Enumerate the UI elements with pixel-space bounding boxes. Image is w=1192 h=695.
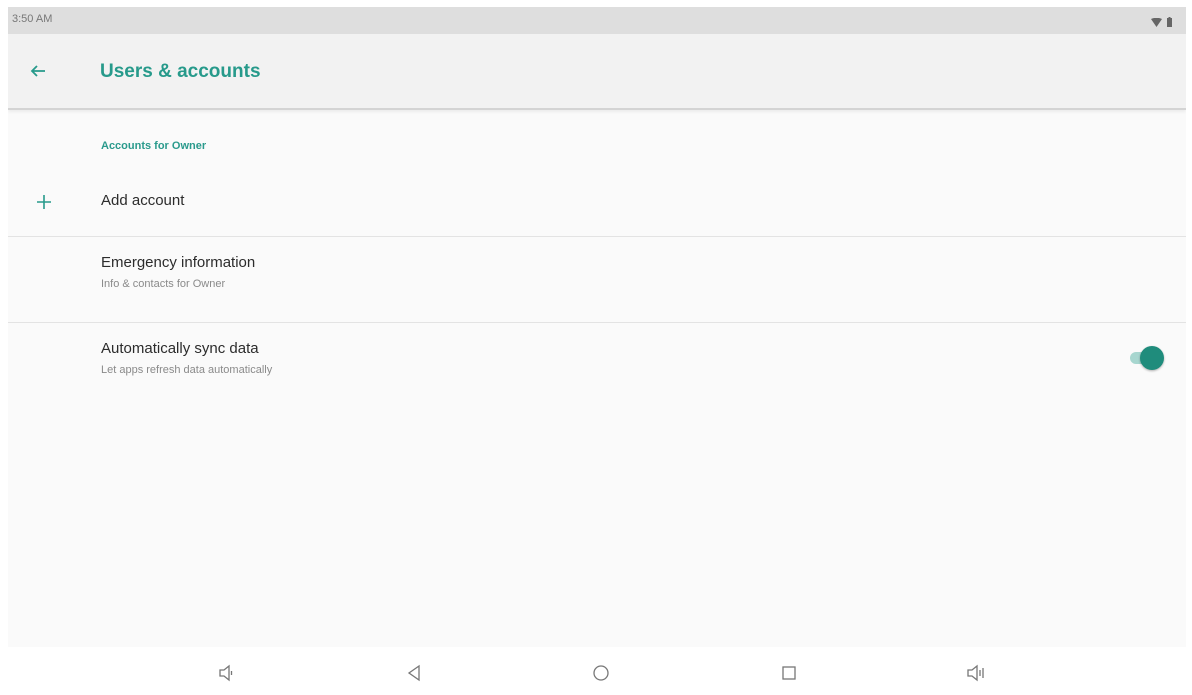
emergency-info-title: Emergency information — [101, 254, 256, 271]
toggle-thumb — [1140, 346, 1164, 370]
status-bar: 3:50 AM — [8, 7, 1186, 34]
section-header-accounts: Accounts for Owner — [101, 140, 207, 152]
battery-icon — [1167, 14, 1172, 32]
auto-sync-toggle[interactable] — [1128, 346, 1164, 370]
volume-down-button[interactable] — [215, 662, 237, 684]
app-bar: Users & accounts — [8, 34, 1186, 110]
home-circle-icon — [593, 665, 609, 681]
back-button[interactable] — [26, 59, 50, 83]
page-title: Users & accounts — [100, 61, 261, 82]
status-icons — [1151, 14, 1172, 32]
auto-sync-summary: Let apps refresh data automatically — [101, 364, 273, 376]
volume-down-icon — [219, 664, 233, 682]
emergency-info-summary: Info & contacts for Owner — [101, 278, 226, 290]
navigation-bar — [0, 650, 1192, 695]
volume-up-button[interactable] — [965, 662, 987, 684]
settings-screen: 3:50 AM Users & accounts Accounts for Ow… — [8, 7, 1186, 647]
auto-sync-row[interactable]: Automatically sync data Let apps refresh… — [8, 323, 1186, 407]
plus-icon — [37, 195, 51, 209]
back-triangle-icon — [407, 664, 420, 682]
volume-up-icon — [967, 664, 984, 682]
nav-recents-button[interactable] — [778, 662, 800, 684]
nav-back-button[interactable] — [403, 662, 425, 684]
emergency-info-row[interactable]: Emergency information Info & contacts fo… — [8, 237, 1186, 321]
status-time: 3:50 AM — [12, 13, 53, 25]
auto-sync-title: Automatically sync data — [101, 340, 259, 357]
nav-home-button[interactable] — [590, 662, 612, 684]
add-account-row[interactable]: Add account — [8, 175, 1186, 235]
wifi-icon — [1151, 14, 1162, 32]
arrow-back-icon — [30, 65, 45, 77]
add-account-label: Add account — [101, 192, 185, 209]
recents-square-icon — [782, 666, 796, 680]
